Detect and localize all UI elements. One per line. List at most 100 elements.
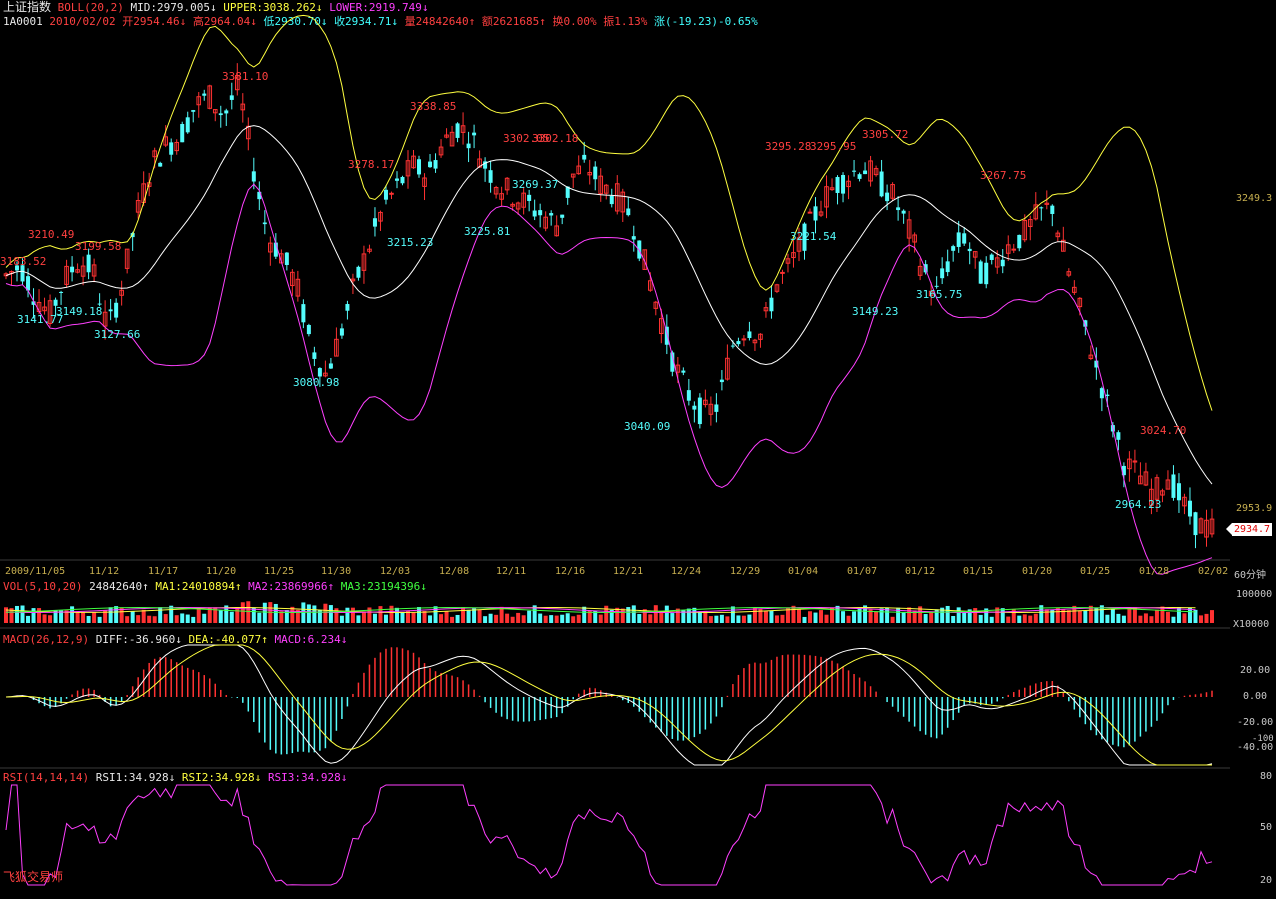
time-axis-label: 11/17 xyxy=(148,566,179,577)
volume-bar xyxy=(455,614,460,623)
candle-body xyxy=(1171,474,1176,498)
volume-bar xyxy=(37,608,42,623)
macd-dea-line xyxy=(5,644,1212,766)
boll-bands-layer xyxy=(5,14,1213,575)
volume-bar xyxy=(543,615,548,623)
volume-bar xyxy=(973,608,978,623)
volume-bar xyxy=(306,604,311,623)
rsi-label: RSI(14,14,14) xyxy=(3,771,90,784)
kline-chart[interactable]: 3183.52 3210.493199.58 3381.10 3278.17 3338.… xyxy=(0,0,1276,899)
candle-body xyxy=(433,160,438,169)
volume-bar xyxy=(863,605,868,623)
time-axis-label: 12/03 xyxy=(380,566,411,577)
candle-body xyxy=(306,324,311,335)
volume-bar xyxy=(560,614,565,623)
volume-bar xyxy=(114,606,119,623)
time-axis-label: 12/08 xyxy=(439,566,470,577)
volume-bar xyxy=(554,615,559,623)
candle-body xyxy=(863,170,868,175)
volume-bar xyxy=(907,607,912,623)
time-axis-label: 01/28 xyxy=(1139,566,1170,577)
peak-label: 3183.52 xyxy=(0,255,46,268)
volume-bar xyxy=(725,616,730,623)
volume-bar xyxy=(697,611,702,623)
volume-bar xyxy=(620,608,625,623)
volume-bar xyxy=(48,615,53,623)
volume-bar xyxy=(97,616,102,623)
volume-bar xyxy=(752,607,757,623)
candle-body xyxy=(394,178,399,181)
trough-label: 3215.23 xyxy=(387,236,433,249)
macd-tick-3: -20.00 xyxy=(1237,717,1274,728)
vol-tick-2: X10000 xyxy=(1233,619,1270,630)
volume-bar xyxy=(824,614,829,623)
volume-bar xyxy=(163,614,168,623)
volume-bar xyxy=(235,607,240,623)
volume-bar xyxy=(951,615,956,623)
volume-bar xyxy=(686,608,691,623)
volume-bar xyxy=(852,611,857,623)
volume-bar xyxy=(26,615,31,623)
peak-label: 3210.49 xyxy=(28,228,74,241)
candle-body xyxy=(527,194,532,201)
candle-body xyxy=(609,196,614,205)
volume-bar xyxy=(472,608,477,623)
volume-bar xyxy=(1000,608,1005,623)
volume-bar xyxy=(780,614,785,623)
candle-body xyxy=(180,124,185,143)
volume-bar xyxy=(372,613,377,623)
time-axis-label: 01/20 xyxy=(1022,566,1053,577)
volume-bar xyxy=(763,611,768,623)
rsi-tick-80: 80 xyxy=(1260,771,1273,782)
volume-bar xyxy=(439,614,444,623)
vol-label: VOL(5,10,20) xyxy=(3,580,83,593)
volume-bar xyxy=(125,616,130,623)
candle-body xyxy=(339,328,344,336)
volume-bar xyxy=(653,605,658,623)
volume-bar xyxy=(714,615,719,623)
volume-bar xyxy=(180,613,185,623)
macd-layer xyxy=(5,644,1213,766)
candle-body xyxy=(417,159,422,175)
volume-bar xyxy=(461,607,466,623)
volume-bar xyxy=(929,611,934,623)
volume-bar xyxy=(879,608,884,623)
volume-bar xyxy=(191,616,196,623)
volume-bar xyxy=(670,613,675,623)
volume-bar xyxy=(323,603,328,623)
candle-body xyxy=(714,404,719,412)
candle-body xyxy=(692,405,697,410)
trough-label: 2964.23 xyxy=(1115,498,1161,511)
volume-bar xyxy=(813,612,818,623)
candle-body xyxy=(967,248,972,252)
volume-bar xyxy=(774,615,779,623)
trough-label: 3080.98 xyxy=(293,376,339,389)
candle-body xyxy=(1011,248,1017,251)
vol-ma3: MA3:23194396↓ xyxy=(340,580,427,593)
macd-tick-1: 20.00 xyxy=(1240,665,1271,676)
candle-body xyxy=(626,208,631,216)
volume-bar xyxy=(708,616,713,623)
candle-body xyxy=(59,291,64,293)
candle-body xyxy=(686,390,691,401)
candle-body xyxy=(978,261,983,284)
volume-bar xyxy=(246,601,251,623)
candle-body xyxy=(538,210,543,216)
candle-body xyxy=(780,271,785,274)
rsi-1: RSI1:34.928↓ xyxy=(95,771,176,784)
time-axis-label: 11/30 xyxy=(321,566,352,577)
time-axis-label: 01/12 xyxy=(905,566,936,577)
trough-label: 3165.75 xyxy=(916,288,962,301)
volume-bar xyxy=(1110,609,1115,623)
candle-body xyxy=(747,331,752,339)
volume-bar xyxy=(890,616,895,623)
peak-label: 3302.18 xyxy=(532,132,578,145)
candle-body xyxy=(262,222,267,225)
candle-body xyxy=(681,370,686,373)
candle-body xyxy=(631,236,636,240)
candle-body xyxy=(389,192,394,195)
peak-labels-layer: 3183.52 3210.493199.58 3381.10 3278.17 3338.… xyxy=(0,70,1186,511)
trough-label: 3221.54 xyxy=(790,230,837,243)
volume-bar xyxy=(648,614,653,623)
macd-diff-line xyxy=(5,644,1213,766)
